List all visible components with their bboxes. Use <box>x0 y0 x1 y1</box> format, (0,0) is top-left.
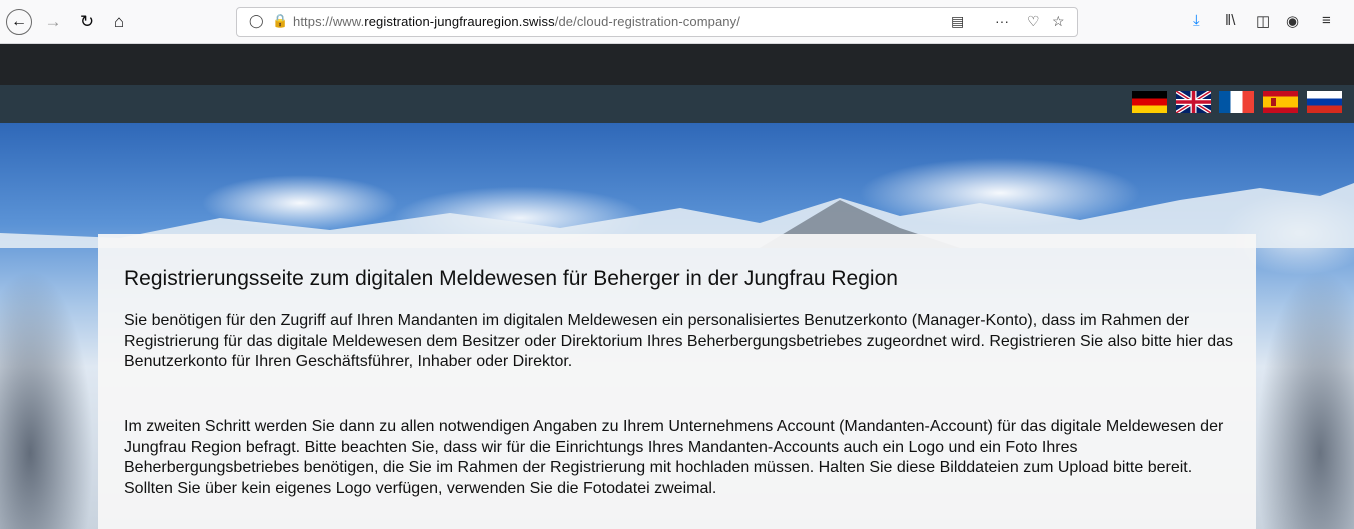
library-icon[interactable]: ‖\ <box>1225 12 1235 29</box>
lock-icon[interactable]: 🔒 <box>272 13 288 29</box>
intro-paragraph: Sie benötigen für den Zugriff auf Ihren … <box>124 312 1234 370</box>
site-top-bar <box>0 44 1354 85</box>
pocket-icon[interactable]: ♡ <box>1027 13 1040 30</box>
french-flag[interactable] <box>1219 91 1254 113</box>
page-title: Registrierungsseite zum digitalen Meldew… <box>124 267 898 290</box>
menu-icon[interactable]: ≡ <box>1322 12 1331 29</box>
browser-toolbar: ← → ↻ ⌂ ◯ 🔒 https://www.registration-jun… <box>0 0 1354 44</box>
reload-icon[interactable]: ↻ <box>74 9 100 35</box>
reader-view-icon[interactable]: ▤ <box>951 13 964 30</box>
url-bar[interactable]: ◯ 🔒 https://www.registration-jungfraureg… <box>236 7 1078 37</box>
back-icon[interactable]: ← <box>6 9 32 35</box>
url-text[interactable]: https://www.registration-jungfrauregion.… <box>293 14 740 29</box>
account-icon[interactable]: ◉ <box>1286 12 1299 30</box>
home-icon[interactable]: ⌂ <box>106 9 132 35</box>
second-step-paragraph: Im zweiten Schritt werden Sie dann zu al… <box>124 418 1224 497</box>
shield-icon[interactable]: ◯ <box>249 13 264 29</box>
sidebar-icon[interactable]: ◫ <box>1256 12 1270 30</box>
forward-icon[interactable]: → <box>40 9 66 35</box>
content-panel: Registrierungsseite zum digitalen Meldew… <box>98 234 1256 529</box>
download-icon[interactable]: ⤓ <box>1193 12 1200 29</box>
uk-flag[interactable] <box>1176 91 1211 113</box>
german-flag[interactable] <box>1132 91 1167 113</box>
bookmark-star-icon[interactable]: ☆ <box>1052 13 1065 30</box>
russian-flag[interactable] <box>1307 91 1342 113</box>
spanish-flag[interactable] <box>1263 91 1298 113</box>
more-icon[interactable]: ··· <box>995 13 1009 29</box>
